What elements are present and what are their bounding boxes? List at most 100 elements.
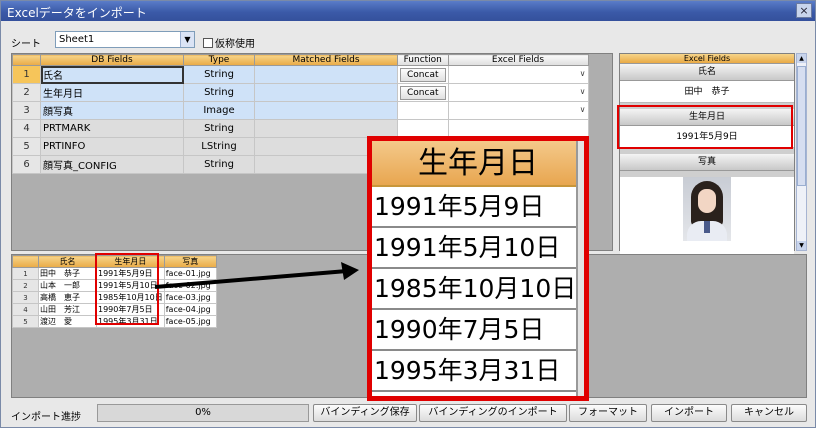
portrait-tie bbox=[704, 221, 710, 233]
import-dialog: Excelデータをインポート × シート Sheet1 ▼ 仮称使用 DB Fi… bbox=[0, 0, 816, 428]
zoom-value: 1985年10月10日 bbox=[372, 269, 584, 310]
sheet-label: シート bbox=[11, 39, 41, 50]
save-binding-button[interactable]: バインディング保存 bbox=[313, 404, 417, 422]
db-field-cell[interactable]: 顔写真_CONFIG bbox=[40, 155, 184, 174]
db-field-cell[interactable]: PRTMARK bbox=[40, 119, 184, 138]
preview-header: Excel Fields bbox=[620, 54, 794, 64]
db-field-cell[interactable]: PRTINFO bbox=[40, 137, 184, 156]
window-title: Excelデータをインポート bbox=[7, 6, 147, 20]
matched-field-cell[interactable] bbox=[254, 65, 398, 84]
matched-field-cell[interactable] bbox=[254, 101, 398, 120]
table-row[interactable]: 2 生年月日 String Concat ∨ bbox=[12, 83, 589, 102]
zoom-grid-edge bbox=[576, 141, 584, 396]
preview-scrollbar[interactable]: ▲ ▼ bbox=[796, 53, 807, 251]
scroll-thumb[interactable] bbox=[797, 66, 806, 186]
type-cell: String bbox=[183, 155, 255, 174]
scroll-up-icon[interactable]: ▲ bbox=[797, 54, 806, 63]
concat-button[interactable]: Concat bbox=[400, 67, 446, 82]
preview-field-label: 氏名 bbox=[620, 64, 794, 81]
preview-field-label: 写真 bbox=[620, 154, 794, 171]
col-db-fields[interactable]: DB Fields bbox=[40, 54, 184, 66]
close-button[interactable]: × bbox=[796, 3, 812, 18]
type-cell: LString bbox=[183, 137, 255, 156]
table-row[interactable]: 4 PRTMARK String bbox=[12, 119, 589, 138]
db-field-cell[interactable]: 顔写真 bbox=[40, 101, 184, 120]
col-type[interactable]: Type bbox=[183, 54, 255, 66]
type-cell: String bbox=[183, 65, 255, 84]
function-cell[interactable]: Concat bbox=[397, 65, 449, 84]
excel-field-select[interactable]: ∨ bbox=[447, 65, 589, 84]
highlight-box-preview bbox=[617, 105, 793, 149]
row-header[interactable]: 4 bbox=[12, 119, 41, 138]
row-header[interactable]: 5 bbox=[12, 315, 39, 328]
table-row[interactable]: 3 顔写真 Image ∨ bbox=[12, 101, 589, 120]
col-excel-fields[interactable]: Excel Fields bbox=[447, 54, 589, 66]
type-cell: Image bbox=[183, 101, 255, 120]
row-header[interactable]: 2 bbox=[12, 279, 39, 292]
sheet-select[interactable]: Sheet1 ▼ bbox=[55, 31, 195, 48]
corner-cell bbox=[12, 255, 39, 268]
row-header[interactable]: 1 bbox=[12, 267, 39, 280]
row-header[interactable]: 4 bbox=[12, 303, 39, 316]
alias-checkbox[interactable]: 仮称使用 bbox=[203, 35, 255, 50]
zoom-value: 1991年5月10日 bbox=[372, 228, 584, 269]
matched-field-cell[interactable] bbox=[254, 83, 398, 102]
zoom-value: 1990年7月5日 bbox=[372, 310, 584, 351]
function-cell[interactable] bbox=[397, 101, 449, 120]
name-cell[interactable]: 渡辺 愛 bbox=[38, 315, 97, 328]
mapping-grid-header: DB Fields Type Matched Fields Function E… bbox=[12, 54, 589, 66]
import-binding-button[interactable]: バインディングのインポート bbox=[419, 404, 567, 422]
table-row[interactable]: 1 氏名 String Concat ∨ bbox=[12, 65, 589, 84]
col-name[interactable]: 氏名 bbox=[38, 255, 97, 268]
progress-bar: 0% bbox=[97, 404, 309, 422]
row-header[interactable]: 1 bbox=[12, 65, 41, 84]
photo-cell[interactable]: face-03.jpg bbox=[163, 291, 217, 304]
corner-cell bbox=[12, 54, 41, 66]
name-cell[interactable]: 田中 恭子 bbox=[38, 267, 97, 280]
format-button[interactable]: フォーマット bbox=[569, 404, 647, 422]
row-header[interactable]: 5 bbox=[12, 137, 41, 156]
photo-cell[interactable]: face-04.jpg bbox=[163, 303, 217, 316]
row-header[interactable]: 6 bbox=[12, 155, 41, 174]
function-cell[interactable] bbox=[397, 119, 449, 138]
db-field-cell[interactable]: 生年月日 bbox=[40, 83, 184, 102]
checkbox-icon[interactable] bbox=[203, 38, 213, 48]
col-function[interactable]: Function bbox=[397, 54, 449, 66]
zoom-value: 1991年5月9日 bbox=[372, 187, 584, 228]
col-matched-fields[interactable]: Matched Fields bbox=[254, 54, 398, 66]
import-button[interactable]: インポート bbox=[651, 404, 727, 422]
row-header[interactable]: 3 bbox=[12, 101, 41, 120]
chevron-down-icon[interactable]: ▼ bbox=[180, 32, 194, 47]
matched-field-cell[interactable] bbox=[254, 119, 398, 138]
chevron-down-icon[interactable]: ∨ bbox=[580, 105, 586, 114]
excel-field-select[interactable]: ∨ bbox=[447, 83, 589, 102]
db-field-cell[interactable]: 氏名 bbox=[40, 65, 184, 84]
excel-field-select[interactable]: ∨ bbox=[447, 101, 589, 120]
arrow-icon bbox=[154, 262, 359, 289]
function-cell[interactable]: Concat bbox=[397, 83, 449, 102]
portrait-photo bbox=[683, 177, 731, 241]
row-header[interactable]: 3 bbox=[12, 291, 39, 304]
cancel-button[interactable]: キャンセル bbox=[731, 404, 807, 422]
portrait-face bbox=[698, 189, 716, 213]
title-bar: Excelデータをインポート × bbox=[1, 1, 815, 21]
scroll-down-icon[interactable]: ▼ bbox=[797, 241, 806, 250]
excel-field-cell[interactable] bbox=[447, 119, 589, 138]
zoom-callout: 生年月日 1991年5月9日 1991年5月10日 1985年10月10日 19… bbox=[367, 136, 589, 401]
name-cell[interactable]: 山田 芳江 bbox=[38, 303, 97, 316]
name-cell[interactable]: 高橋 恵子 bbox=[38, 291, 97, 304]
sheet-select-value: Sheet1 bbox=[59, 34, 95, 45]
row-header[interactable]: 2 bbox=[12, 83, 41, 102]
alias-label: 仮称使用 bbox=[215, 39, 255, 50]
highlight-box-birthdate-column bbox=[95, 253, 159, 325]
progress-label: インポート進捗 bbox=[11, 412, 81, 423]
name-cell[interactable]: 山本 一郎 bbox=[38, 279, 97, 292]
zoom-value: 1995年3月31日 bbox=[372, 351, 584, 392]
chevron-down-icon[interactable]: ∨ bbox=[580, 87, 586, 96]
excel-fields-preview: Excel Fields 氏名 田中 恭子 生年月日 1991年5月9日 写真 bbox=[619, 53, 795, 257]
type-cell: String bbox=[183, 119, 255, 138]
chevron-down-icon[interactable]: ∨ bbox=[580, 69, 586, 78]
photo-cell[interactable]: face-05.jpg bbox=[163, 315, 217, 328]
concat-button[interactable]: Concat bbox=[400, 85, 446, 100]
preview-field-value: 田中 恭子 bbox=[620, 81, 794, 103]
